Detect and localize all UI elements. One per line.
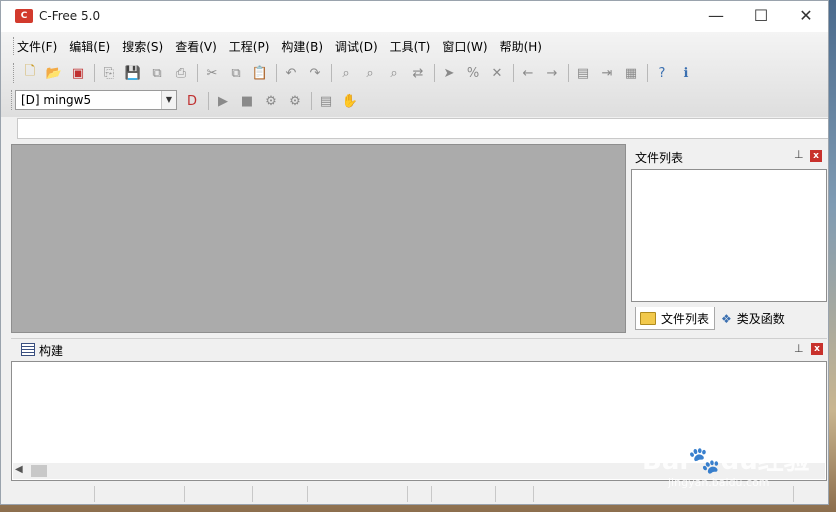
status-cell (185, 486, 253, 502)
toolbar-separator (311, 92, 312, 110)
open-project-icon[interactable]: ▣ (67, 62, 89, 84)
menu-item[interactable]: 工程(P) (223, 35, 276, 57)
menu-item[interactable]: 窗口(W) (436, 35, 493, 57)
copy-icon[interactable]: ⧉ (225, 62, 247, 84)
menu-item[interactable]: 构建(B) (275, 35, 329, 57)
toolbar-separator (208, 92, 209, 110)
watermark-logo: Bai🐾du经验 (642, 446, 810, 476)
editor-area[interactable] (11, 144, 626, 333)
clear-bookmark-icon[interactable]: ✕ (486, 62, 508, 84)
status-cell (253, 486, 308, 502)
file-panel-close-button[interactable]: x (810, 150, 822, 162)
tab-classes-functions[interactable]: ❖ 类及函数 (717, 307, 797, 330)
build-icon[interactable]: ⚙ (284, 90, 306, 112)
info-icon[interactable]: ℹ (675, 62, 697, 84)
hand-icon[interactable]: ✋ (339, 90, 361, 112)
pin-icon[interactable]: ⊥ (794, 148, 804, 161)
status-cell (496, 486, 534, 502)
toolbar-grip[interactable] (13, 63, 17, 83)
build-panel-close-button[interactable]: x (811, 343, 823, 355)
scroll-left-icon[interactable]: ◀ (15, 464, 23, 475)
undo-icon[interactable]: ↶ (280, 62, 302, 84)
toolbar-separator (568, 64, 569, 82)
folder-icon (640, 311, 656, 325)
replace-icon[interactable]: ⇄ (407, 62, 429, 84)
build-pin-icon[interactable]: ⊥ (794, 342, 804, 355)
redo-icon[interactable]: ↷ (304, 62, 326, 84)
maximize-button[interactable]: ☐ (738, 1, 784, 32)
find-next-icon[interactable]: ⌕ (359, 62, 381, 84)
run-icon[interactable]: ▶ (212, 90, 234, 112)
toolbar-separator (434, 64, 435, 82)
properties-icon[interactable]: ▤ (572, 62, 594, 84)
paste-icon[interactable]: 📋 (249, 62, 271, 84)
app-window: C C-Free 5.0 — ☐ ✕ 文件(F) 编辑(E) 搜索(S) 查看(V) 工… (0, 0, 829, 505)
save-icon[interactable]: 💾 (122, 62, 144, 84)
compiler-select[interactable]: [D] mingw5 ▼ (15, 90, 177, 110)
status-cell (11, 486, 95, 502)
tab-classes-functions-label: 类及函数 (736, 312, 785, 326)
status-cell (95, 486, 185, 502)
options-icon[interactable]: ▦ (620, 62, 642, 84)
menu-item[interactable]: 编辑(E) (63, 35, 116, 57)
tab-file-list-label: 文件列表 (661, 311, 710, 326)
document-tab-bar[interactable] (17, 118, 828, 139)
new-file-icon[interactable]: 🗋 (19, 62, 41, 84)
build-panel-header: 构建 ⊥ x (11, 338, 827, 361)
class-tree-icon: ❖ (721, 311, 732, 326)
status-cell (308, 486, 408, 502)
menu-bar: 文件(F) 编辑(E) 搜索(S) 查看(V) 工程(P) 构建(B) 调试(D) 工具(T)… (11, 35, 548, 57)
rebuild-icon[interactable]: ▤ (315, 90, 337, 112)
app-logo-icon: C (15, 9, 33, 23)
watermark-url: jingyan.baidu.com (668, 476, 770, 489)
title-bar[interactable]: C C-Free 5.0 — ☐ ✕ (1, 1, 828, 32)
menu-item[interactable]: 工具(T) (384, 35, 437, 57)
build-panel-title: 构建 (39, 344, 64, 358)
stop-icon[interactable]: ■ (236, 90, 258, 112)
toolbar-separator (331, 64, 332, 82)
chevron-down-icon[interactable]: ▼ (161, 91, 176, 109)
menu-item[interactable]: 帮助(H) (494, 35, 548, 57)
goto-icon[interactable]: ➤ (438, 62, 460, 84)
help-icon[interactable]: ? (651, 62, 673, 84)
print-icon[interactable]: ⎙ (170, 62, 192, 84)
minimize-button[interactable]: — (693, 1, 739, 32)
build-output-icon (21, 343, 35, 356)
compiler-select-value: [D] mingw5 (21, 93, 92, 107)
file-panel-header: 文件列表 ⊥ x (631, 146, 827, 166)
open-folder-icon[interactable]: 📂 (43, 62, 65, 84)
close-window-button[interactable]: ✕ (783, 1, 828, 32)
forward-icon[interactable]: → (541, 62, 563, 84)
window-title: C-Free 5.0 (39, 9, 101, 23)
toolbar-separator (94, 64, 95, 82)
toolbar-separator (197, 64, 198, 82)
menu-item[interactable]: 调试(D) (329, 35, 384, 57)
status-cell (432, 486, 496, 502)
bookmark-icon[interactable]: % (462, 62, 484, 84)
menu-item[interactable]: 文件(F) (11, 35, 63, 57)
export-icon[interactable]: ⇥ (596, 62, 618, 84)
toolbar-separator (513, 64, 514, 82)
find-icon[interactable]: ⌕ (335, 62, 357, 84)
status-cell (408, 486, 432, 502)
compile-icon[interactable]: ⚙ (260, 90, 282, 112)
menu-item[interactable]: 查看(V) (169, 35, 223, 57)
menu-item[interactable]: 搜索(S) (116, 35, 169, 57)
cut-icon[interactable]: ✂ (201, 62, 223, 84)
tab-file-list[interactable]: 文件列表 (635, 307, 715, 330)
file-panel-title: 文件列表 (635, 151, 684, 165)
file-panel-tabs: 文件列表 ❖ 类及函数 (631, 307, 827, 331)
find-prev-icon[interactable]: ⌕ (383, 62, 405, 84)
toolbar-separator (647, 64, 648, 82)
back-icon[interactable]: ← (517, 62, 539, 84)
build-toolbar: D ▶ ■ ⚙ ⚙ ▤ ✋ (181, 89, 363, 113)
debug-release-icon[interactable]: D (181, 90, 203, 112)
toolbar-separator (276, 64, 277, 82)
file-list[interactable] (631, 169, 827, 302)
standard-toolbar: 🗋 📂 ▣ ⎘ 💾 ⧉ ⎙ ✂ ⧉ 📋 ↶ ↷ ⌕ ⌕ ⌕ ⇄ ➤% ✕ ← → ▤ ⇥ ▦? ℹ (19, 61, 699, 85)
save-all-icon[interactable]: ⧉ (146, 62, 168, 84)
scrollbar-thumb[interactable] (31, 465, 47, 477)
close-file-icon[interactable]: ⎘ (98, 62, 120, 84)
